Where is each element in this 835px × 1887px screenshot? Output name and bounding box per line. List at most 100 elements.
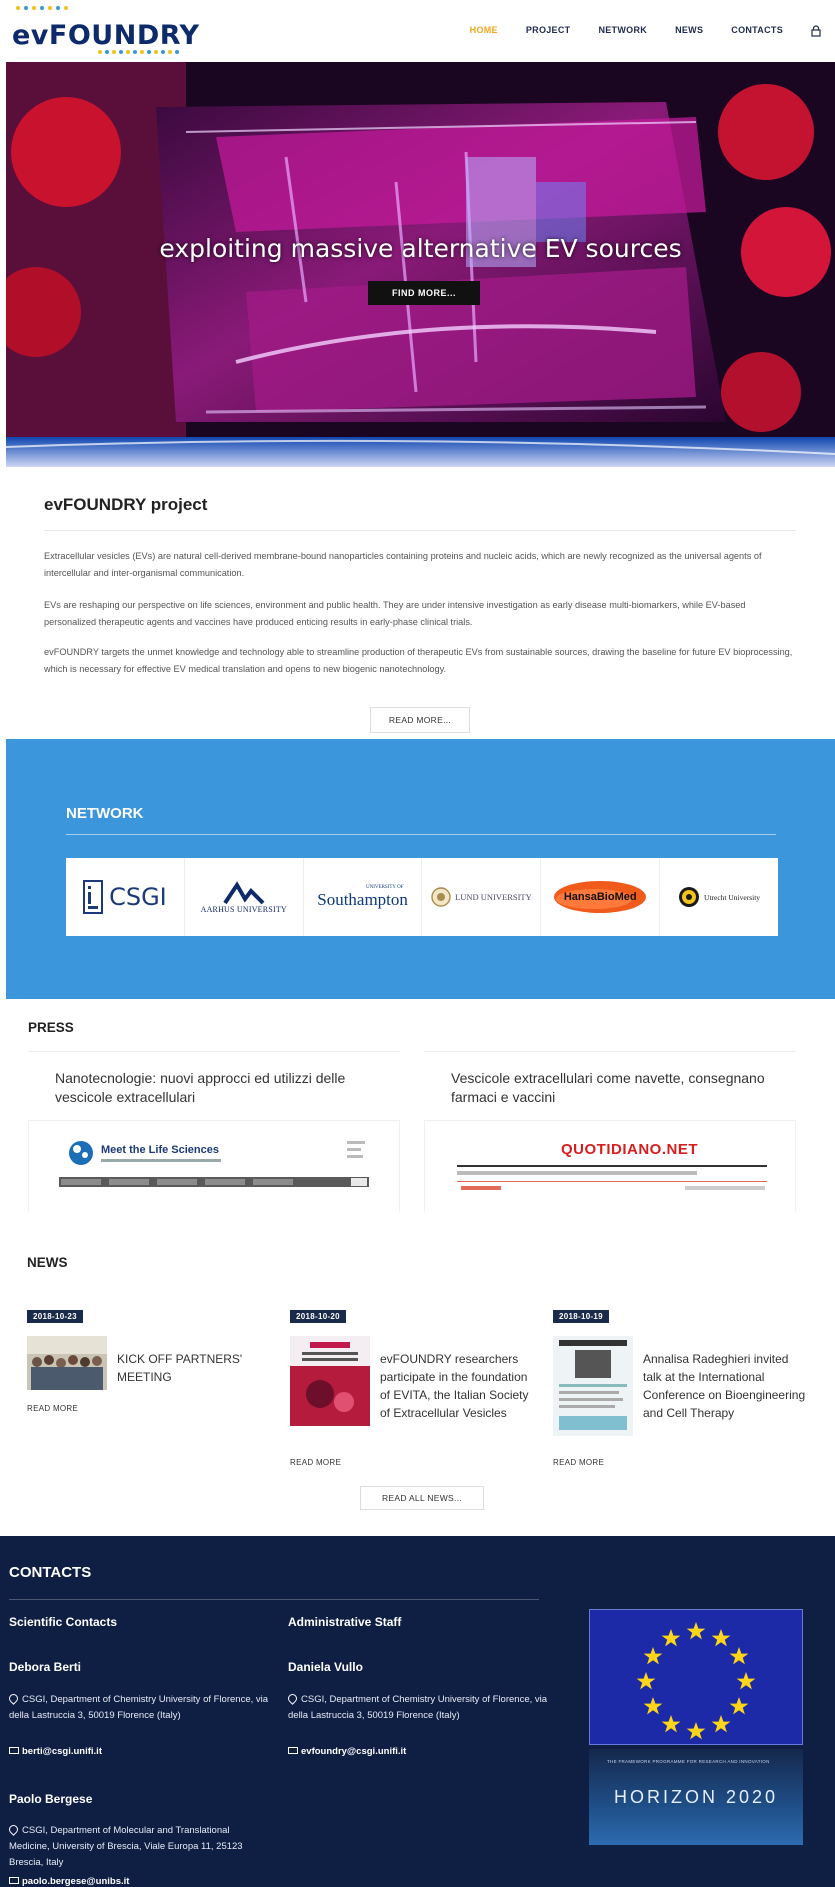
contact-address-text: CSGI, Department of Chemistry University…: [9, 1694, 269, 1721]
nav-home[interactable]: HOME: [470, 25, 498, 35]
location-pin-icon: [7, 1692, 20, 1705]
contact-email-text[interactable]: evfoundry@csgi.unifi.it: [301, 1746, 406, 1757]
logo-dots-bottom: [98, 50, 179, 54]
press-heading: PRESS: [28, 1020, 74, 1035]
news-item: 2018-10-19 Annalisa Radeghieri invited t…: [553, 1306, 805, 1467]
eu-stars-icon: [636, 1622, 756, 1740]
lund-seal-icon: [431, 887, 451, 907]
partner-name: AARHUS UNIVERSITY: [200, 904, 287, 914]
partner-logos: CSGI AARHUS UNIVERSITY UNIVERSITY OF Sou…: [66, 858, 778, 936]
news-section: NEWS 2018-10-23 KICK OFF PARTNERS' MEETI…: [0, 1234, 835, 1536]
site-logo[interactable]: evFOUNDRY: [12, 6, 199, 58]
csgi-logo-icon: [83, 880, 104, 914]
press-preview-image: [59, 1141, 369, 1187]
news-title[interactable]: evFOUNDRY researchers participate in the…: [380, 1350, 530, 1422]
network-divider: [66, 834, 776, 835]
press-site-name: Meet the Life Sciences: [101, 1144, 219, 1156]
partner-name: Utrecht University: [704, 892, 761, 902]
project-paragraph: evFOUNDRY targets the unmet knowledge an…: [44, 647, 793, 674]
contact-email[interactable]: berti@csgi.unifi.it: [9, 1746, 102, 1757]
project-paragraph: EVs are reshaping our perspective on lif…: [44, 600, 746, 627]
horizon-2020-logo: THE FRAMEWORK PROGRAMME FOR RESEARCH AND…: [589, 1749, 803, 1845]
location-pin-icon: [7, 1823, 20, 1836]
evita-poster-image: [290, 1336, 370, 1426]
news-title[interactable]: Annalisa Radeghieri invited talk at the …: [643, 1350, 808, 1422]
project-paragraph: Extracellular vesicles (EVs) are natural…: [44, 551, 762, 578]
partner-lund[interactable]: LUND UNIVERSITY: [422, 858, 542, 936]
conference-flyer-image: [553, 1336, 633, 1436]
lock-icon[interactable]: [811, 24, 821, 37]
press-site-name: QUOTIDIANO.NET: [561, 1141, 698, 1158]
aarhus-logo-icon: [223, 880, 265, 904]
news-item: 2018-10-20 evFOUNDRY researchers partici…: [290, 1306, 535, 1467]
nav-project[interactable]: PROJECT: [526, 25, 571, 35]
contact-email-text[interactable]: berti@csgi.unifi.it: [22, 1746, 102, 1757]
location-pin-icon: [286, 1692, 299, 1705]
main-nav: HOME PROJECT NETWORK NEWS CONTACTS: [470, 24, 821, 37]
news-heading: NEWS: [27, 1255, 68, 1270]
contact-address-text: CSGI, Department of Chemistry University…: [288, 1694, 548, 1721]
contact-email[interactable]: evfoundry@csgi.unifi.it: [288, 1746, 406, 1757]
hero-title: exploiting massive alternative EV source…: [159, 234, 682, 263]
group-photo-image: [27, 1336, 107, 1390]
partner-name: HansaBioMed: [563, 891, 637, 903]
partner-csgi[interactable]: CSGI: [66, 858, 185, 936]
press-preview: Meet the Life Sciences: [28, 1120, 400, 1212]
hero-banner: exploiting massive alternative EV source…: [6, 62, 835, 467]
news-date-badge: 2018-10-19: [553, 1310, 609, 1323]
nav-network[interactable]: NETWORK: [598, 25, 647, 35]
contact-address: CSGI, Department of Chemistry University…: [7, 1692, 269, 1724]
contact-name: Daniela Vullo: [288, 1660, 363, 1674]
press-preview: QUOTIDIANO.NET: [424, 1120, 796, 1212]
news-thumbnail[interactable]: [290, 1336, 370, 1426]
logo-text: evFOUNDRY: [12, 20, 200, 51]
press-card[interactable]: Vescicole extracellulari come navette, c…: [424, 1051, 796, 1212]
h2020-title: HORIZON 2020: [613, 1787, 779, 1807]
network-section: NETWORK CSGI AARHUS UNIVERSITY UNIVERSIT…: [6, 739, 835, 999]
envelope-icon: [9, 1747, 19, 1754]
news-item: 2018-10-23 KICK OFF PARTNERS' MEETING RE…: [27, 1306, 272, 1416]
read-all-news-button[interactable]: READ ALL NEWS...: [360, 1486, 484, 1510]
contacts-heading: CONTACTS: [9, 1564, 92, 1581]
press-title[interactable]: Vescicole extracellulari come navette, c…: [451, 1069, 781, 1107]
press-title[interactable]: Nanotecnologie: nuovi approcci ed utiliz…: [55, 1069, 385, 1107]
project-heading: evFOUNDRY project: [44, 495, 208, 514]
nav-news[interactable]: NEWS: [675, 25, 703, 35]
news-title[interactable]: KICK OFF PARTNERS' MEETING: [117, 1350, 247, 1386]
contacts-footer: CONTACTS Scientific Contacts Administrat…: [0, 1536, 835, 1887]
h2020-tagline: THE FRAMEWORK PROGRAMME FOR RESEARCH AND…: [607, 1759, 770, 1764]
envelope-icon: [9, 1877, 19, 1884]
partner-name: Southampton: [317, 889, 408, 909]
eu-flag-image: [589, 1609, 803, 1745]
nav-contacts[interactable]: CONTACTS: [731, 25, 783, 35]
partner-name: LUND UNIVERSITY: [455, 892, 532, 902]
contact-address: CSGI, Department of Chemistry University…: [286, 1692, 548, 1724]
partner-aarhus[interactable]: AARHUS UNIVERSITY: [185, 858, 304, 936]
utrecht-seal-icon: [679, 887, 700, 907]
press-section: PRESS Nanotecnologie: nuovi approcci ed …: [0, 999, 835, 1234]
news-read-more-link[interactable]: READ MORE: [553, 1458, 604, 1467]
contact-email[interactable]: paolo.bergese@unibs.it: [9, 1876, 129, 1887]
contact-email-text[interactable]: paolo.bergese@unibs.it: [22, 1876, 129, 1887]
news-date-badge: 2018-10-20: [290, 1310, 346, 1323]
scientific-contacts-heading: Scientific Contacts: [9, 1615, 118, 1629]
press-card[interactable]: Nanotecnologie: nuovi approcci ed utiliz…: [28, 1051, 400, 1212]
news-thumbnail[interactable]: [553, 1336, 633, 1436]
news-read-more-link[interactable]: READ MORE: [27, 1404, 78, 1413]
partner-utrecht[interactable]: Utrecht University: [660, 858, 778, 936]
envelope-icon: [288, 1747, 298, 1754]
project-section: evFOUNDRY project Extracellular vesicles…: [0, 467, 835, 739]
partner-hansabiomed[interactable]: HansaBioMed: [541, 858, 661, 936]
logo-dots-top: [16, 6, 68, 10]
find-more-button[interactable]: FIND MORE...: [368, 281, 480, 305]
press-preview-image: [457, 1165, 767, 1190]
news-read-more-link[interactable]: READ MORE: [290, 1458, 341, 1467]
news-thumbnail[interactable]: [27, 1336, 107, 1390]
project-read-more-button[interactable]: READ MORE...: [370, 707, 470, 733]
partner-southampton[interactable]: UNIVERSITY OF Southampton: [304, 858, 423, 936]
administrative-staff-heading: Administrative Staff: [288, 1615, 402, 1629]
page: evFOUNDRY HOME PROJECT NETWORK NEWS CONT…: [0, 0, 835, 1887]
partner-name: CSGI: [109, 883, 167, 911]
news-date-badge: 2018-10-23: [27, 1310, 83, 1323]
network-heading: NETWORK: [66, 805, 144, 822]
